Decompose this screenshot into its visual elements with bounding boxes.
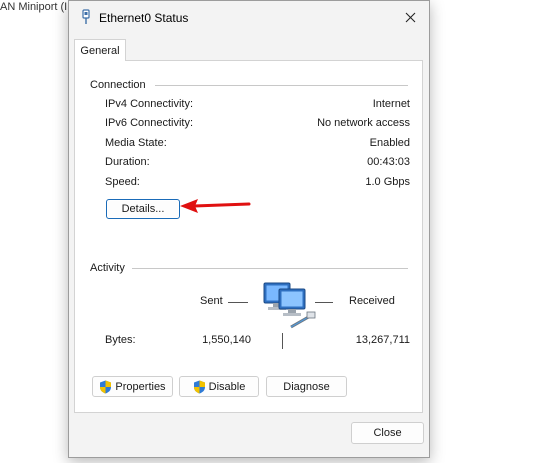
ipv4-label: IPv4 Connectivity: (105, 98, 194, 110)
ipv6-label: IPv6 Connectivity: (105, 117, 194, 129)
ipv4-value: Internet (372, 98, 410, 110)
background-window-text: AN Miniport (I (0, 1, 68, 13)
ipv6-value: No network access (317, 117, 410, 129)
general-tab-panel: Connection IPv4 Connectivity: Internet I… (74, 60, 423, 413)
media-state-label: Media State: (105, 137, 167, 149)
close-icon (405, 12, 415, 22)
properties-button[interactable]: Properties (92, 376, 173, 397)
tab-general[interactable]: General (74, 39, 126, 61)
window-title: Ethernet0 Status (99, 11, 189, 25)
received-label: Received (349, 295, 395, 307)
uac-shield-icon (100, 380, 112, 393)
properties-button-label: Properties (115, 380, 166, 393)
connection-divider (155, 85, 408, 86)
diagnose-button[interactable]: Diagnose (266, 376, 347, 397)
title-bar: Ethernet0 Status (69, 1, 429, 33)
speed-label: Speed: (105, 176, 140, 188)
received-line (315, 302, 333, 303)
close-button[interactable]: Close (351, 422, 424, 444)
media-state-value: Enabled (369, 137, 410, 149)
activity-heading: Activity (90, 262, 125, 274)
sent-line (228, 302, 248, 303)
bytes-label: Bytes: (105, 334, 136, 346)
uac-shield-icon (193, 380, 205, 393)
duration-label: Duration: (105, 156, 150, 168)
duration-value: 00:43:03 (367, 156, 410, 168)
bytes-received-value: 13,267,711 (355, 334, 410, 346)
red-arrow-icon (180, 199, 251, 213)
network-computers-icon (263, 282, 316, 329)
connection-heading: Connection (90, 79, 146, 91)
ethernet-status-dialog: Ethernet0 Status General Connection IPv4… (68, 0, 430, 458)
activity-divider (132, 268, 408, 269)
network-adapter-icon (82, 9, 90, 24)
bytes-sent-value: 1,550,140 (202, 334, 251, 346)
sent-label: Sent (200, 295, 223, 307)
details-button[interactable]: Details... (106, 199, 180, 219)
disable-button[interactable]: Disable (179, 376, 259, 397)
speed-value: 1.0 Gbps (365, 176, 410, 188)
disable-button-label: Disable (208, 380, 246, 393)
title-close-button[interactable] (397, 5, 423, 29)
bytes-separator (282, 333, 283, 349)
